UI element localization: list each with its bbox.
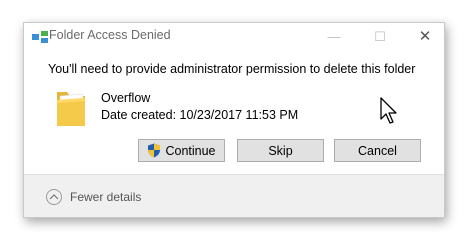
- permission-message: You'll need to provide administrator per…: [48, 62, 416, 76]
- fewer-details-link[interactable]: Fewer details: [70, 190, 141, 204]
- folder-date-created: Date created: 10/23/2017 11:53 PM: [101, 108, 299, 122]
- minimize-button[interactable]: —: [324, 28, 344, 46]
- skip-button[interactable]: Skip: [237, 139, 324, 162]
- window-title: Folder Access Denied: [49, 28, 171, 42]
- cancel-button[interactable]: Cancel: [334, 139, 421, 162]
- app-icon: [32, 31, 48, 43]
- continue-button[interactable]: Continue: [138, 139, 225, 162]
- uac-shield-icon: [148, 143, 161, 158]
- folder-access-denied-dialog: Folder Access Denied — ☐ ✕ You'll need t…: [23, 22, 445, 218]
- maximize-button[interactable]: ☐: [370, 28, 390, 46]
- folder-name: Overflow: [101, 91, 151, 105]
- title-bar[interactable]: Folder Access Denied — ☐ ✕: [24, 23, 444, 51]
- close-button[interactable]: ✕: [415, 28, 435, 46]
- continue-label: Continue: [165, 143, 216, 158]
- dialog-footer: Fewer details: [24, 174, 444, 217]
- mouse-cursor-icon: [380, 97, 397, 124]
- folder-icon: [57, 92, 85, 126]
- chevron-up-icon[interactable]: [46, 189, 62, 205]
